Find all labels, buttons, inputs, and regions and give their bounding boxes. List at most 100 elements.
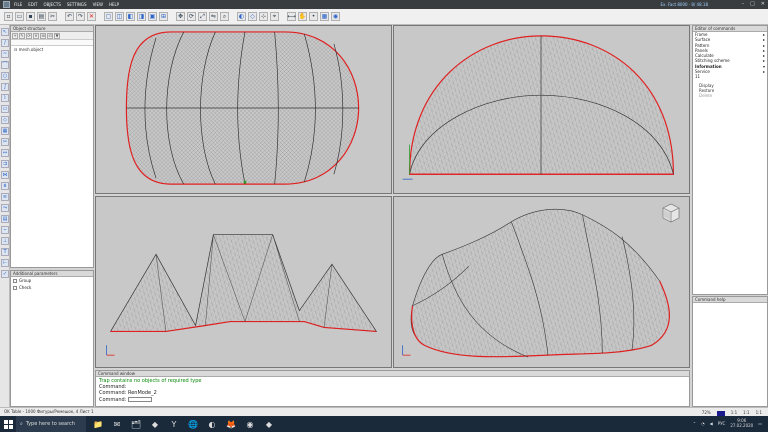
refresh-icon[interactable]: ⟳ (26, 33, 32, 39)
command-input[interactable] (127, 396, 152, 402)
subitem-delete[interactable]: Delete (693, 93, 767, 98)
scale-icon[interactable]: ⤢ (198, 12, 207, 21)
check-tool-icon[interactable]: ✓ (1, 270, 9, 278)
extend-tool-icon[interactable]: ↔ (1, 149, 9, 157)
language-indicator[interactable]: РУС (718, 421, 726, 426)
viewport-perspective[interactable] (393, 196, 690, 368)
select-icon[interactable]: ▢ (104, 12, 113, 21)
edit-icon[interactable]: ✎ (19, 33, 25, 39)
text-tool-icon[interactable]: T (1, 248, 9, 256)
open-folder-icon[interactable]: ▭ (15, 12, 24, 21)
move-icon[interactable]: ✥ (176, 12, 185, 21)
notifications-icon[interactable]: ▭ (758, 421, 762, 426)
circle-tool-icon[interactable]: ○ (1, 72, 9, 80)
taskbar-app-mail-icon[interactable]: ✉ (109, 417, 125, 431)
trim-tool-icon[interactable]: ✂ (1, 138, 9, 146)
param-checkbox[interactable] (13, 278, 17, 283)
view-all-icon[interactable]: ⊞ (159, 12, 168, 21)
network-icon[interactable]: ◔ (701, 421, 705, 426)
mesh-tool-icon[interactable]: ▦ (1, 127, 9, 135)
taskbar-app-files-icon[interactable]: 🗂 (128, 417, 144, 431)
redo-icon[interactable]: ↷ (76, 12, 85, 21)
taskbar-app-browser-icon[interactable]: 🌐 (185, 417, 201, 431)
support-tool-icon[interactable]: ⊥ (1, 237, 9, 245)
view-iso-icon[interactable]: ▣ (148, 12, 157, 21)
pan-icon[interactable]: ✋ (298, 12, 307, 21)
print-icon[interactable]: ▤ (37, 12, 46, 21)
command-help-panel: Command help (692, 296, 768, 407)
point-icon[interactable]: • (309, 12, 318, 21)
menu-objects[interactable]: OBJECTS (43, 2, 60, 7)
new-file-icon[interactable]: ▫ (4, 12, 13, 21)
view-top-icon[interactable]: ◫ (115, 12, 124, 21)
taskbar-app-vs-icon[interactable]: ◆ (147, 417, 163, 431)
grid-icon[interactable]: ⊹ (259, 12, 268, 21)
remove-icon[interactable]: ✕ (33, 33, 39, 39)
arc-tool-icon[interactable]: ⌒ (1, 61, 9, 69)
cut-icon[interactable]: ✂ (48, 12, 57, 21)
axis-origin-icon (243, 180, 247, 184)
taskbar-app-firefox-icon[interactable]: 🦊 (223, 417, 239, 431)
curve-tool-icon[interactable]: ~ (1, 50, 9, 58)
viewport-side[interactable] (95, 196, 392, 368)
measure-icon[interactable]: ⟷ (287, 12, 296, 21)
save-icon[interactable]: ▪ (26, 12, 35, 21)
viewport-front[interactable] (393, 25, 690, 194)
tray-up-icon[interactable]: ⌃ (693, 421, 696, 426)
spline-tool-icon[interactable]: ∫ (1, 83, 9, 91)
menu-edit[interactable]: EDIT (28, 2, 37, 7)
menu-settings[interactable]: SETTINGS (67, 2, 87, 7)
surface-tool-icon[interactable]: ◇ (1, 116, 9, 124)
polyline-tool-icon[interactable]: ⌇ (1, 94, 9, 102)
layers-icon[interactable]: ▦ (320, 12, 329, 21)
close-button[interactable]: ✕ (761, 1, 765, 7)
render-icon[interactable]: ◉ (331, 12, 340, 21)
taskbar-search[interactable]: ⌕ Type here to search (16, 416, 86, 432)
menu-help[interactable]: HELP (109, 2, 119, 7)
undo-icon[interactable]: ↶ (65, 12, 74, 21)
taskbar-app-cad-icon[interactable]: ◆ (261, 417, 277, 431)
view-front-icon[interactable]: ◧ (126, 12, 135, 21)
start-button[interactable] (0, 416, 16, 432)
param-row[interactable]: Group (11, 277, 93, 284)
volume-icon[interactable]: ◀ (710, 421, 713, 426)
param-row[interactable]: Check (11, 284, 93, 291)
mirror-icon[interactable]: ⇋ (209, 12, 218, 21)
collapse-icon[interactable]: ⊟ (47, 33, 53, 39)
sweep-tool-icon[interactable]: ⤳ (1, 204, 9, 212)
cable-tool-icon[interactable]: ⎯ (1, 226, 9, 234)
taskbar-app-yandex-icon[interactable]: Y (166, 417, 182, 431)
maximize-button[interactable]: □ (750, 1, 755, 7)
clock[interactable]: 9:06 27.02.2020 (730, 418, 753, 428)
rect-tool-icon[interactable]: ▭ (1, 105, 9, 113)
expand-icon[interactable]: ⊞ (40, 33, 46, 39)
shade-icon[interactable]: ◐ (237, 12, 246, 21)
taskbar-app-chrome-icon[interactable]: ◐ (204, 417, 220, 431)
pattern-tool-icon[interactable]: ▤ (1, 215, 9, 223)
menu-view[interactable]: VIEW (93, 2, 103, 7)
wireframe-icon[interactable]: ◇ (248, 12, 257, 21)
offset-tool-icon[interactable]: ⇉ (1, 160, 9, 168)
split-tool-icon[interactable]: ⋔ (1, 182, 9, 190)
line-tool-icon[interactable]: / (1, 39, 9, 47)
snap-icon[interactable]: ⌖ (270, 12, 279, 21)
view-side-icon[interactable]: ◨ (137, 12, 146, 21)
minimize-button[interactable]: – (742, 1, 745, 7)
dimension-tool-icon[interactable]: ⊢ (1, 259, 9, 267)
rotate-icon[interactable]: ⟳ (187, 12, 196, 21)
delete-icon[interactable]: ✕ (87, 12, 96, 21)
pointer-tool-icon[interactable]: ↖ (1, 28, 9, 36)
taskbar-app-recorder-icon[interactable]: ◉ (242, 417, 258, 431)
menu-file[interactable]: FILE (14, 2, 22, 7)
zoom-icon[interactable]: ⌕ (220, 12, 229, 21)
add-icon[interactable]: + (12, 33, 18, 39)
view-cube-icon[interactable] (659, 201, 683, 225)
join-tool-icon[interactable]: ⋈ (1, 171, 9, 179)
taskbar-app-explorer-icon[interactable]: 📁 (90, 417, 106, 431)
loft-tool-icon[interactable]: ≋ (1, 193, 9, 201)
filter-icon[interactable]: ▼ (54, 33, 60, 39)
param-checkbox[interactable] (13, 285, 17, 290)
viewport-top[interactable] (95, 25, 392, 194)
taskbar-search-text: Type here to search (25, 421, 75, 427)
tree-item[interactable]: ⊟ mesh.object (11, 46, 93, 53)
